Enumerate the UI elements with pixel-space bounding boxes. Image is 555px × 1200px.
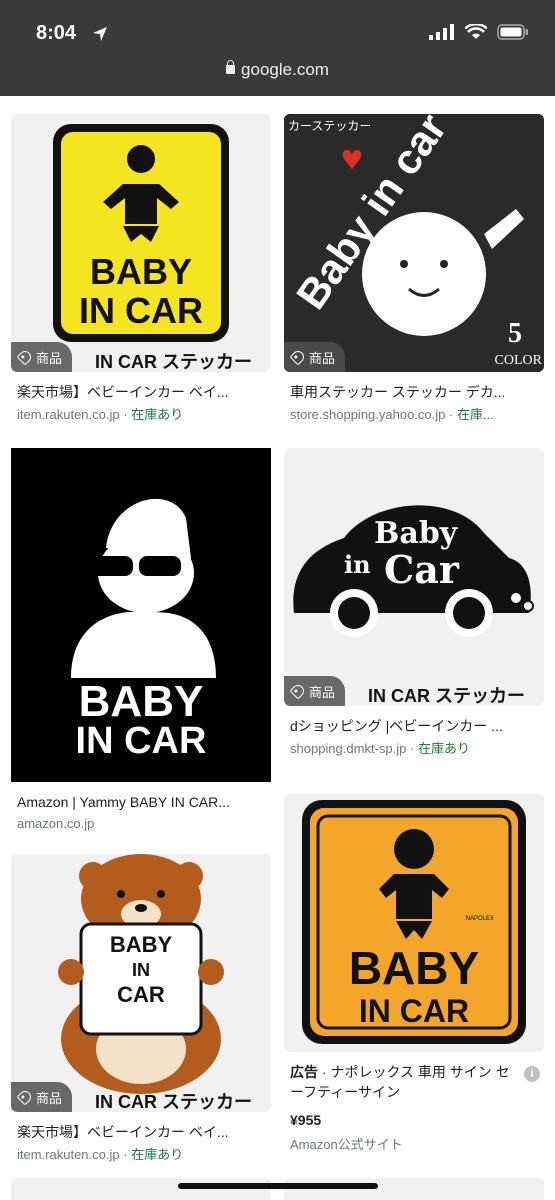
- stock-status: 在庫...: [456, 407, 494, 422]
- lock-icon: [226, 60, 236, 74]
- result-title[interactable]: 楽天市場】ベビーインカー ベイ...: [17, 1122, 269, 1142]
- stock-status: 在庫あり: [131, 407, 184, 422]
- home-indicator[interactable]: [178, 1183, 378, 1189]
- result-title[interactable]: dショッピング |ベビーインカー ...: [290, 716, 542, 736]
- result-title[interactable]: Amazon | Yammy BABY IN CAR...: [17, 794, 269, 810]
- result-source: Amazon公式サイト: [290, 1137, 403, 1152]
- baby-car-silhouette-image: Baby in Car IN CAR ステッカー: [293, 505, 534, 706]
- sign-text-baby: BABY: [110, 932, 173, 957]
- result-thumbnail[interactable]: BABY IN CAR: [11, 448, 271, 782]
- separator: ·: [409, 741, 415, 756]
- battery-icon: [497, 24, 528, 40]
- result-card[interactable]: Baby in Car IN CAR ステッカー 商品 dショッピング |ベビー…: [284, 448, 544, 758]
- sign-text-in: IN: [132, 960, 150, 980]
- location-arrow-icon: [93, 27, 107, 41]
- image-caption: カーステッカー: [288, 119, 371, 133]
- ad-title[interactable]: 広告 · ナポレックス 車用 サイン セーフティーサイン: [290, 1062, 515, 1102]
- url-text: google.com: [241, 60, 329, 79]
- car-text-baby: Baby: [374, 516, 459, 551]
- result-card[interactable]: カーステッカー Baby in car 5 COLOR 商品 車用ステッカー ス…: [284, 114, 544, 422]
- color-count: 5: [508, 318, 522, 349]
- result-title[interactable]: 車用ステッカー ステッカー デカ...: [290, 382, 542, 402]
- price: ¥955: [290, 1112, 322, 1128]
- result-source: amazon.co.jp: [17, 816, 269, 831]
- sign-text-baby: BABY: [349, 942, 479, 994]
- tag-icon: [16, 348, 34, 366]
- ad-label: 広告: [290, 1064, 318, 1080]
- result-thumbnail[interactable]: BABY IN CAR IN CAR ステッカー 商品: [11, 114, 271, 372]
- source-domain: item.rakuten.co.jp: [17, 407, 120, 422]
- result-thumbnail[interactable]: BABY IN CAR IN CAR ステッカー 商品: [11, 854, 271, 1112]
- source-domain: item.rakuten.co.jp: [17, 1147, 120, 1162]
- product-badge: 商品: [284, 676, 346, 706]
- orange-baby-sign-image: NAPOLEX BABY IN CAR: [302, 800, 526, 1044]
- source-domain: amazon.co.jp: [17, 816, 95, 831]
- baby-sunglasses-image: BABY IN CAR: [11, 448, 271, 782]
- url-bar[interactable]: google.com: [0, 60, 555, 96]
- car-text-in: in: [344, 550, 371, 579]
- sign-text-baby: BABY: [90, 251, 192, 292]
- stock-status: 在庫あり: [131, 1147, 184, 1162]
- tag-icon: [289, 348, 307, 366]
- badge-label: 商品: [36, 350, 63, 366]
- tag-icon: [16, 1088, 34, 1106]
- result-title[interactable]: 楽天市場】ベビーインカー ベイ...: [17, 382, 269, 402]
- separator: ·: [321, 1064, 327, 1080]
- result-source: shopping.dmkt-sp.jp · 在庫あり: [290, 738, 542, 757]
- source-domain: store.shopping.yahoo.co.jp: [290, 407, 446, 422]
- result-thumbnail[interactable]: [11, 1178, 271, 1200]
- sign-text-in-car: IN CAR: [359, 993, 469, 1029]
- result-thumbnail[interactable]: [284, 1178, 544, 1200]
- status-icons: [429, 24, 529, 40]
- product-badge: 商品: [11, 342, 73, 372]
- badge-label: 商品: [36, 1090, 63, 1106]
- info-icon[interactable]: i: [524, 1066, 540, 1082]
- result-thumbnail[interactable]: NAPOLEX BABY IN CAR: [284, 794, 544, 1052]
- baby-in-car-sticker-image: カーステッカー Baby in car 5 COLOR: [284, 114, 544, 372]
- result-source: item.rakuten.co.jp · 在庫あり: [17, 1144, 269, 1163]
- wifi-icon: [465, 24, 487, 39]
- bear-baby-in-car-image: BABY IN CAR IN CAR ステッカー: [58, 854, 252, 1112]
- sign-text-baby: BABY: [79, 677, 204, 726]
- separator: ·: [123, 1147, 128, 1162]
- product-badge: 商品: [284, 342, 346, 372]
- car-text-car: Car: [384, 547, 460, 592]
- badge-label: 商品: [309, 350, 336, 366]
- product-badge: 商品: [11, 1082, 73, 1112]
- overlay-text: IN CAR ステッカー: [368, 686, 525, 706]
- status-time: 8:04: [36, 22, 77, 44]
- badge-label: 商品: [309, 684, 336, 700]
- result-card[interactable]: BABY IN CAR IN CAR ステッカー 商品 楽天市場】ベビーインカー…: [11, 854, 271, 1164]
- sign-text-in-car: IN CAR: [76, 720, 207, 762]
- image-results-grid: BABY IN CAR IN CAR ステッカー 商品 楽天市場】ベビーインカー…: [0, 96, 555, 1200]
- stock-status: 在庫あり: [417, 741, 470, 756]
- result-source: store.shopping.yahoo.co.jp · 在庫...: [290, 404, 542, 423]
- sign-text-in-car: IN CAR: [79, 290, 203, 331]
- color-label: COLOR: [495, 353, 543, 368]
- cellular-signal-icon: [429, 24, 454, 40]
- source-domain: shopping.dmkt-sp.jp: [290, 741, 407, 756]
- status-bar: 8:04: [0, 0, 555, 60]
- tag-icon: [289, 682, 307, 700]
- result-thumbnail[interactable]: カーステッカー Baby in car 5 COLOR 商品: [284, 114, 544, 372]
- brand-label: NAPOLEX: [466, 916, 494, 922]
- separator: ·: [449, 407, 454, 422]
- result-card[interactable]: BABY IN CAR IN CAR ステッカー 商品 楽天市場】ベビーインカー…: [11, 114, 271, 422]
- baby-in-car-sign-image: BABY IN CAR IN CAR ステッカー: [53, 124, 252, 372]
- overlay-text: IN CAR ステッカー: [95, 1092, 252, 1112]
- sign-text-car: CAR: [117, 982, 165, 1007]
- result-card[interactable]: BABY IN CAR Amazon | Yammy BABY IN CAR..…: [11, 448, 271, 838]
- separator: ·: [123, 407, 128, 422]
- result-source: item.rakuten.co.jp · 在庫あり: [17, 404, 269, 423]
- result-thumbnail[interactable]: Baby in Car IN CAR ステッカー 商品: [284, 448, 544, 706]
- overlay-text: IN CAR ステッカー: [95, 352, 252, 372]
- ad-result-card[interactable]: NAPOLEX BABY IN CAR 広告 · ナポレックス 車用 サイン セ…: [284, 794, 544, 1164]
